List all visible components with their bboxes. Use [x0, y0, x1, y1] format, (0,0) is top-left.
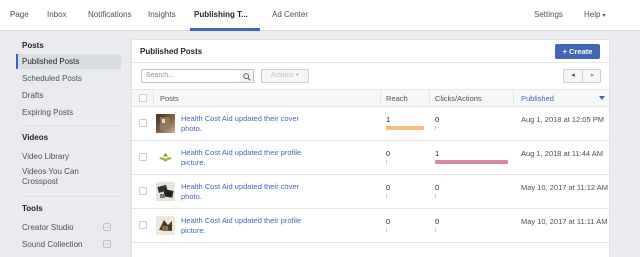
nav-notifications[interactable]: Notifications — [88, 10, 132, 19]
pager: ◂ ▸ — [563, 69, 601, 83]
active-tab-indicator — [190, 28, 260, 31]
clicks-value: 1 — [435, 149, 440, 158]
reach-bar-fill — [386, 126, 424, 130]
nav-page[interactable]: Page — [10, 10, 29, 19]
row-checkbox[interactable] — [139, 221, 147, 229]
sort-descending-icon — [599, 96, 605, 100]
nav-publishing-tools[interactable]: Publishing T... — [194, 10, 248, 19]
sidebar-item-expiring-posts[interactable]: Expiring Posts — [16, 105, 121, 120]
row-checkbox[interactable] — [139, 153, 147, 161]
top-navigation: Page Inbox Notifications Insights Publis… — [0, 0, 640, 31]
clicks-bar — [435, 228, 508, 232]
table-row[interactable]: Health Cost Aid updated their cover phot… — [132, 107, 609, 141]
sidebar-item-videos-you-can-crosspost[interactable]: Videos You Can Crosspost — [16, 166, 106, 188]
reach-value: 0 — [386, 217, 391, 226]
clicks-bar — [435, 194, 508, 198]
nav-help-label: Help — [584, 10, 601, 19]
previous-page-button[interactable]: ◂ — [564, 70, 583, 82]
post-link[interactable]: Health Cost Aid updated their profile pi… — [181, 216, 321, 236]
post-link[interactable]: Health Cost Aid updated their cover phot… — [181, 114, 321, 134]
reach-value: 0 — [386, 183, 391, 192]
sidebar-section-tools: Tools — [22, 204, 43, 213]
reach-bar — [386, 126, 424, 130]
table-row[interactable]: Health Cost Aid updated their profile pi… — [132, 209, 609, 243]
column-clicks-actions[interactable]: Clicks/Actions — [435, 94, 482, 103]
profile-picture-thumbnail — [156, 148, 175, 167]
search-button[interactable] — [240, 69, 254, 83]
clicks-value: 0 — [435, 115, 440, 124]
clicks-bar-fill — [435, 228, 436, 232]
column-published[interactable]: Published — [521, 94, 554, 103]
reach-bar-fill — [386, 194, 387, 198]
reach-bar-fill — [386, 228, 387, 232]
row-checkbox[interactable] — [139, 187, 147, 195]
column-divider — [380, 90, 381, 107]
clicks-value: 0 — [435, 217, 440, 226]
nav-inbox[interactable]: Inbox — [47, 10, 67, 19]
sidebar-item-video-library[interactable]: Video Library — [16, 149, 121, 164]
select-all-checkbox[interactable] — [139, 94, 147, 102]
clicks-bar-fill — [435, 160, 508, 164]
published-date: May 10, 2017 at 11:11 AM — [521, 217, 608, 226]
column-posts[interactable]: Posts — [160, 94, 179, 103]
reach-bar — [386, 228, 424, 232]
clicks-value: 0 — [435, 183, 440, 192]
column-divider — [429, 90, 430, 107]
panel-title: Published Posts — [140, 47, 203, 56]
clicks-bar-fill — [435, 126, 436, 130]
sidebar-item-label: Sound Collection — [22, 240, 83, 249]
cover-photo-thumbnail — [156, 182, 175, 201]
published-date: Aug 1, 2018 at 12:05 PM — [521, 115, 604, 124]
reach-bar-fill — [386, 160, 387, 164]
next-page-button[interactable]: ▸ — [583, 70, 602, 82]
search-icon — [243, 73, 251, 81]
published-posts-panel: Published Posts + Create Search... Actio… — [131, 39, 610, 257]
external-link-icon: → — [103, 240, 111, 248]
actions-dropdown[interactable]: Actions ▾ — [261, 69, 309, 83]
external-link-icon: → — [103, 223, 111, 231]
reach-bar — [386, 194, 424, 198]
sidebar-divider — [22, 125, 122, 126]
clicks-bar — [435, 160, 508, 164]
sidebar-item-scheduled-posts[interactable]: Scheduled Posts — [16, 71, 121, 86]
clicks-bar — [435, 126, 508, 130]
table-row[interactable]: Health Cost Aid updated their cover phot… — [132, 175, 609, 209]
post-link[interactable]: Health Cost Aid updated their cover phot… — [181, 182, 321, 202]
published-date: May 10, 2017 at 11:12 AM — [521, 183, 609, 192]
chevron-down-icon: ▾ — [602, 13, 606, 19]
sidebar-item-label: Creator Studio — [22, 223, 74, 232]
cover-photo-thumbnail — [156, 114, 175, 133]
nav-settings[interactable]: Settings — [534, 10, 563, 19]
nav-ad-center[interactable]: Ad Center — [272, 10, 308, 19]
column-divider — [513, 90, 514, 107]
reach-value: 1 — [386, 115, 391, 124]
sidebar-item-drafts[interactable]: Drafts — [16, 88, 121, 103]
sidebar-section-videos: Videos — [22, 133, 49, 142]
row-checkbox[interactable] — [139, 119, 147, 127]
sidebar-divider — [22, 196, 122, 197]
table-header: Posts Reach Clicks/Actions Published — [132, 89, 609, 107]
sidebar-item-published-posts[interactable]: Published Posts — [16, 54, 121, 69]
column-reach[interactable]: Reach — [386, 94, 408, 103]
nav-help[interactable]: Help ▾ — [584, 10, 605, 19]
search-input[interactable]: Search... — [141, 69, 241, 83]
nav-insights[interactable]: Insights — [148, 10, 176, 19]
reach-bar — [386, 160, 424, 164]
published-date: Aug 1, 2018 at 11:44 AM — [521, 149, 604, 158]
sidebar: Posts Published Posts Scheduled Posts Dr… — [0, 31, 130, 257]
column-divider — [153, 90, 154, 107]
create-button[interactable]: + Create — [555, 44, 600, 59]
table-row[interactable]: Health Cost Aid updated their profile pi… — [132, 141, 609, 175]
profile-picture-thumbnail — [156, 216, 175, 235]
post-link[interactable]: Health Cost Aid updated their profile pi… — [181, 148, 321, 168]
divider — [132, 62, 609, 63]
sidebar-item-creator-studio[interactable]: Creator Studio → — [16, 220, 121, 235]
sidebar-section-posts: Posts — [22, 41, 44, 50]
sidebar-item-sound-collection[interactable]: Sound Collection → — [16, 237, 121, 252]
clicks-bar-fill — [435, 194, 436, 198]
reach-value: 0 — [386, 149, 391, 158]
